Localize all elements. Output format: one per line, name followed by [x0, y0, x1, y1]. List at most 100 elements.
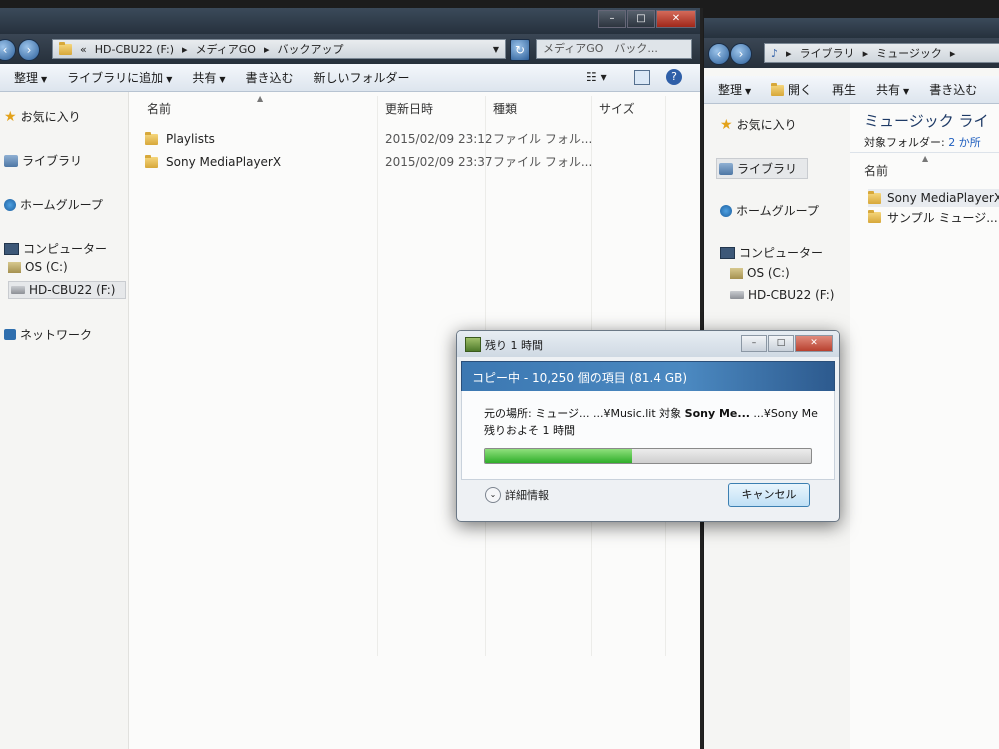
copy-status-banner: コピー中 - 10,250 個の項目 (81.4 GB): [461, 361, 835, 393]
more-details-toggle[interactable]: ⌄ 詳細情報: [485, 487, 549, 503]
dialog-title: 残り 1 時間: [485, 339, 543, 352]
progress-fill: [485, 449, 632, 463]
file-row[interactable]: Sony MediaPlayerX: [868, 189, 999, 207]
progress-bar: [484, 448, 812, 464]
folder-icon: [145, 154, 158, 168]
breadcrumb-mediago[interactable]: メディアGO: [196, 41, 256, 57]
file-row[interactable]: サンプル ミュージ...: [868, 208, 998, 226]
file-row[interactable]: Playlists 2015/02/09 23:12 ファイル フォル...: [145, 130, 592, 148]
share-button[interactable]: 共有 ▼: [182, 69, 235, 86]
library-icon: [4, 154, 18, 167]
nav-libraries[interactable]: ライブラリ: [716, 158, 809, 179]
nav-drive-c[interactable]: OS (C:): [730, 266, 790, 280]
dialog-title-bar[interactable]: 残り 1 時間 – □ ✕: [457, 331, 839, 357]
nav-homegroup[interactable]: ホームグループ: [4, 196, 103, 213]
cancel-button[interactable]: キャンセル: [728, 483, 810, 507]
column-header-modified[interactable]: 更新日時: [385, 100, 433, 117]
organize-button[interactable]: 整理 ▼: [708, 81, 761, 98]
nav-network[interactable]: ネットワーク: [4, 326, 92, 343]
library-icon: [719, 162, 733, 175]
close-button[interactable]: ✕: [656, 10, 696, 28]
share-button[interactable]: 共有 ▼: [866, 81, 919, 98]
destination-link[interactable]: Sony Me...: [685, 407, 750, 420]
search-input[interactable]: メディアGO バック...: [536, 39, 692, 59]
library-title: ミュージック ライ: [864, 112, 989, 130]
command-bar: 整理 ▼ 開く 再生 共有 ▼ 書き込む: [704, 76, 999, 104]
copy-status-text: コピー中 - 10,250 個の項目 (81.4 GB): [472, 371, 688, 385]
sort-arrow-icon: ▲: [257, 94, 264, 103]
breadcrumb-drive[interactable]: HD-CBU22 (F:): [95, 43, 174, 56]
address-row: ‹ › « HD-CBU22 (F:) ▸ メディアGO ▸ バックアップ ▼ …: [0, 34, 700, 64]
new-folder-button[interactable]: 新しいフォルダー: [304, 69, 420, 86]
chevron-down-icon[interactable]: ▼: [493, 45, 499, 54]
copy-details-panel: 元の場所: ミュージ... ...¥Music.lit 対象 Sony Me..…: [461, 391, 835, 480]
open-button[interactable]: 開く: [761, 81, 822, 98]
time-remaining-text: 残りおよそ 1 時間: [484, 424, 575, 437]
sort-arrow-icon: ▲: [922, 154, 929, 163]
folder-icon: [771, 83, 785, 96]
nav-favorites[interactable]: ★ お気に入り: [720, 116, 797, 133]
nav-drive-c[interactable]: OS (C:): [8, 260, 68, 274]
homegroup-icon: [4, 198, 16, 211]
folder-icon: [59, 41, 72, 55]
music-note-icon: ♪: [771, 46, 779, 60]
organize-button[interactable]: 整理 ▼: [4, 69, 57, 86]
library-content: ミュージック ライ 対象フォルダー: 2 か所 ▲ 名前 Sony MediaP…: [850, 104, 999, 749]
column-header-name[interactable]: 名前: [864, 162, 888, 179]
burn-button[interactable]: 書き込む: [236, 69, 304, 86]
target-folders-link[interactable]: 2 か所: [948, 136, 981, 149]
drive-icon: [730, 291, 744, 299]
address-bar[interactable]: « HD-CBU22 (F:) ▸ メディアGO ▸ バックアップ ▼: [52, 39, 506, 59]
refresh-icon[interactable]: ↻: [510, 39, 530, 61]
title-bar[interactable]: [704, 18, 999, 38]
minimize-button[interactable]: –: [741, 335, 767, 352]
breadcrumb-libraries[interactable]: ライブラリ: [800, 45, 855, 61]
add-to-library-button[interactable]: ライブラリに追加 ▼: [57, 69, 182, 86]
drive-icon: [730, 267, 743, 279]
folder-icon: [145, 131, 158, 145]
star-icon: ★: [4, 108, 17, 125]
breadcrumb-music[interactable]: ミュージック: [876, 45, 942, 61]
drive-icon: [8, 261, 21, 273]
view-options-icon[interactable]: ☷ ▾: [586, 70, 607, 84]
navigation-pane: ★ お気に入り ライブラリ ホームグループ コンピューター OS (C:) HD…: [0, 92, 129, 749]
back-arrow-icon[interactable]: ‹: [0, 39, 16, 61]
folder-icon: [868, 190, 881, 204]
source-destination-line: 元の場所: ミュージ... ...¥Music.lit 対象 Sony Me..…: [484, 407, 818, 420]
file-row[interactable]: Sony MediaPlayerX 2015/02/09 23:37 ファイル …: [145, 153, 592, 171]
maximize-button[interactable]: □: [627, 10, 655, 28]
breadcrumb-backup[interactable]: バックアップ: [277, 41, 343, 57]
copy-progress-dialog: 残り 1 時間 – □ ✕ コピー中 - 10,250 個の項目 (81.4 G…: [456, 330, 840, 522]
close-button[interactable]: ✕: [795, 335, 833, 352]
preview-pane-icon[interactable]: [634, 70, 650, 85]
nav-libraries[interactable]: ライブラリ: [4, 152, 82, 169]
star-icon: ★: [720, 116, 733, 133]
folder-icon: [868, 209, 881, 223]
nav-computer[interactable]: コンピューター: [720, 244, 823, 261]
nav-homegroup[interactable]: ホームグループ: [720, 202, 819, 219]
play-button[interactable]: 再生: [822, 81, 866, 98]
title-bar[interactable]: – □ ✕: [0, 8, 700, 34]
computer-icon: [4, 242, 19, 255]
address-bar[interactable]: ♪ ▸ ライブラリ ▸ ミュージック ▸: [764, 43, 999, 63]
chevron-down-icon: ⌄: [485, 487, 501, 503]
minimize-button[interactable]: –: [598, 10, 626, 28]
column-header-type[interactable]: 種類: [493, 100, 517, 117]
help-icon[interactable]: ?: [666, 69, 682, 85]
forward-arrow-icon[interactable]: ›: [730, 43, 752, 65]
computer-icon: [720, 246, 735, 259]
nav-drive-f[interactable]: HD-CBU22 (F:): [8, 281, 127, 299]
nav-drive-f[interactable]: HD-CBU22 (F:): [730, 288, 834, 302]
burn-button[interactable]: 書き込む: [919, 81, 987, 98]
homegroup-icon: [720, 204, 732, 217]
column-header-name[interactable]: 名前: [147, 100, 171, 117]
back-history-chevrons[interactable]: «: [80, 43, 87, 56]
column-header-size[interactable]: サイズ: [599, 100, 635, 117]
drive-icon: [11, 286, 25, 294]
nav-computer[interactable]: コンピューター: [4, 240, 107, 257]
forward-arrow-icon[interactable]: ›: [18, 39, 40, 61]
back-arrow-icon[interactable]: ‹: [708, 43, 730, 65]
nav-favorites[interactable]: ★ お気に入り: [4, 108, 81, 125]
maximize-button[interactable]: □: [768, 335, 794, 352]
address-row: ‹ › ♪ ▸ ライブラリ ▸ ミュージック ▸: [704, 38, 999, 68]
